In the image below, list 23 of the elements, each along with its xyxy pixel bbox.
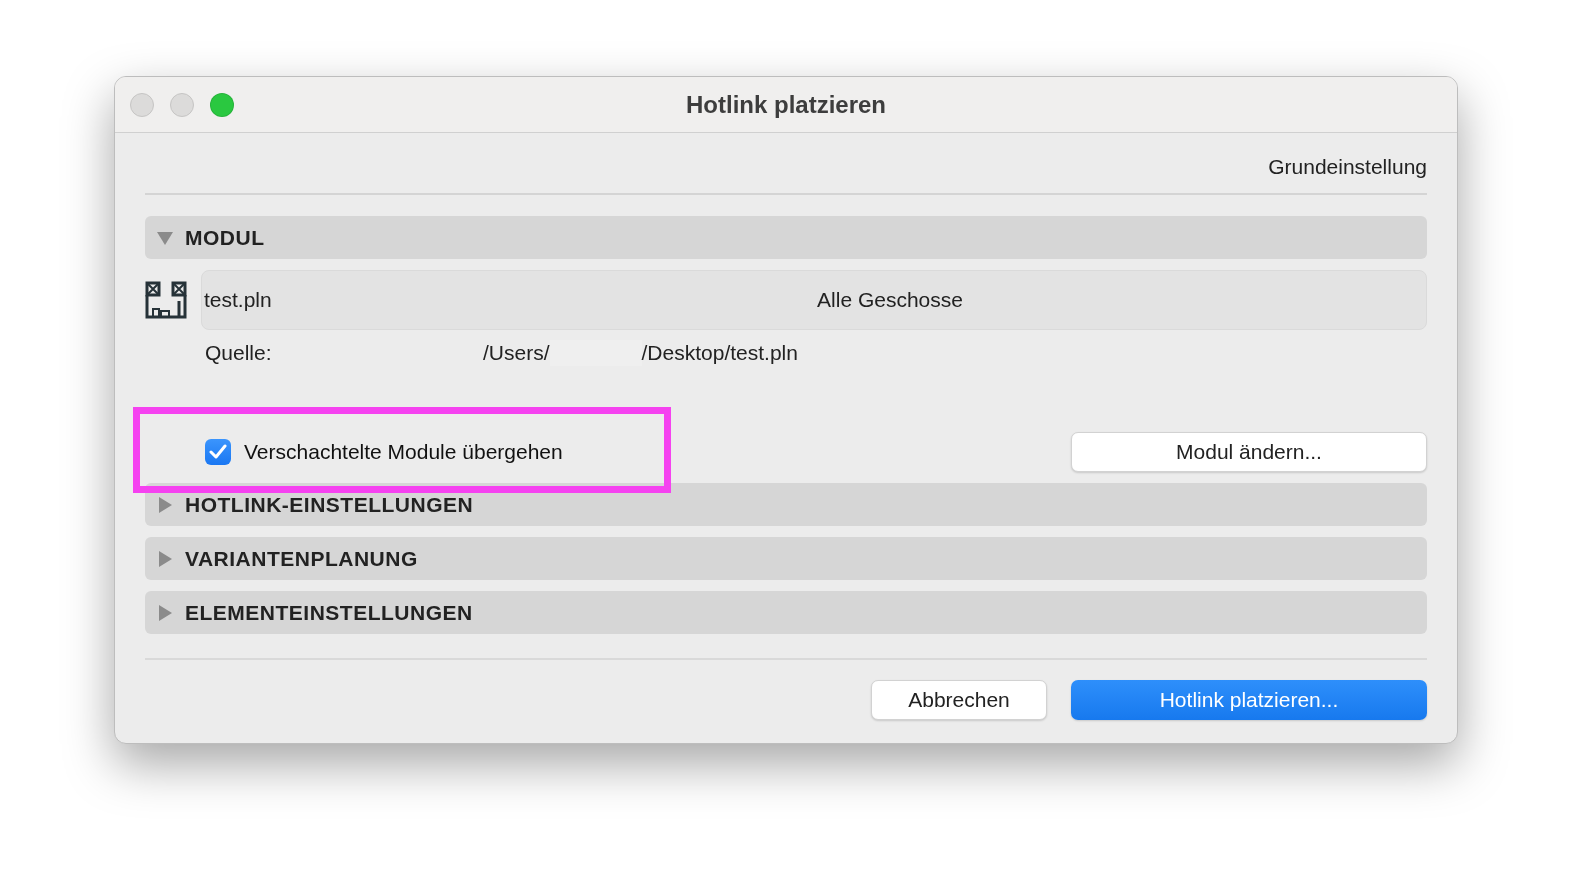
preset-label: Grundeinstellung	[1268, 155, 1427, 179]
source-path: /Desktop/test.pln	[641, 341, 798, 365]
source-path: /Users/	[483, 341, 550, 365]
triangle-right-icon	[157, 496, 173, 513]
section-header[interactable]: MODUL	[145, 216, 1427, 259]
primary-button[interactable]: Hotlink platzieren...	[1071, 680, 1427, 720]
change-module-button[interactable]: Modul ändern...	[1071, 432, 1427, 472]
checkbox[interactable]	[205, 439, 231, 465]
building-icon	[145, 281, 187, 319]
triangle-right-icon	[157, 604, 173, 621]
cancel-button[interactable]: Abbrechen	[871, 680, 1047, 720]
section-header[interactable]: VARIANTENPLANUNG	[145, 537, 1427, 580]
section-header[interactable]: ELEMENTEINSTELLUNGEN	[145, 591, 1427, 634]
source-label: Quelle:	[205, 341, 273, 365]
triangle-down-icon	[157, 229, 173, 246]
close-window-button[interactable]	[130, 92, 154, 117]
checkbox-label: Verschachtelte Module übergehen	[244, 440, 563, 464]
window-title: Hotlink platzieren	[686, 90, 886, 118]
triangle-right-icon	[157, 550, 173, 567]
minimize-window-button[interactable]	[170, 92, 194, 117]
module-field: test.pln Alle Geschosse	[201, 270, 1427, 330]
section-header[interactable]: HOTLINK-EINSTELLUNGEN	[145, 483, 1427, 526]
zoom-window-button[interactable]	[210, 92, 234, 117]
